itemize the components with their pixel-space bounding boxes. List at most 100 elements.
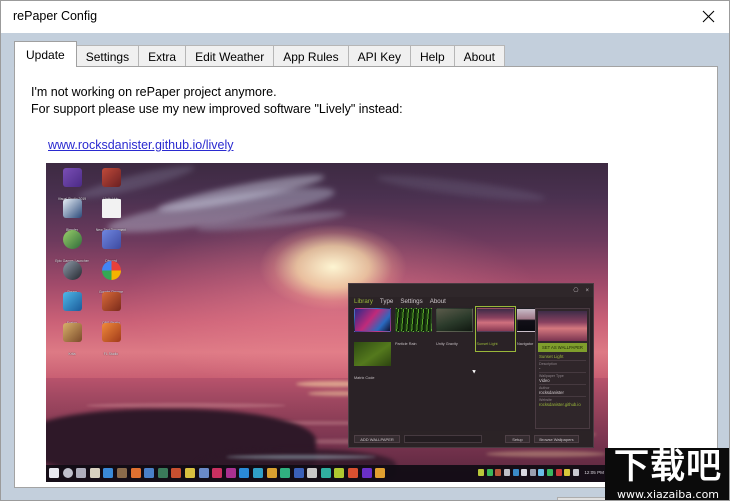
menu-item-type[interactable]: Type [380,298,393,305]
menu-item-settings[interactable]: Settings [400,298,422,305]
wallpaper-detail-panel: SET AS WALLPAPER Sunset Light Descriptio… [535,308,590,429]
setup-button[interactable]: Setup [505,435,530,443]
app-icon [62,199,82,218]
app-icon [101,230,121,249]
close-icon[interactable]: × [585,288,589,294]
water-highlight [226,455,376,459]
app-icon [62,230,82,249]
browse-wallpapers-button[interactable]: Browse Wallpapers [534,435,579,443]
taskbar-app-icon[interactable] [130,468,141,478]
tray-icon[interactable] [486,469,493,476]
start-icon[interactable] [49,468,59,478]
taskbar-app-icon[interactable] [280,468,291,478]
taskbar-icons [49,468,386,478]
taskbar-app-icon[interactable] [212,468,223,478]
tray-icon[interactable] [521,469,528,476]
app-icon [101,168,121,187]
taskbar-app-icon[interactable] [320,468,331,478]
taskbar-app-icon[interactable] [266,468,277,478]
taskbar-app-icon[interactable] [89,468,100,478]
tray-icon[interactable] [495,469,502,476]
app-icon [101,323,121,342]
tab-settings[interactable]: Settings [75,45,140,67]
add-wallpaper-button[interactable]: ADD WALLPAPER [354,435,400,443]
taskbar-app-icon[interactable] [198,468,209,478]
taskbar-app-icon[interactable] [116,468,127,478]
water-reflection [486,451,606,457]
lively-app-window: ⎔ × Library Type Settings About Fl [348,283,594,448]
taskbar-app-icon[interactable] [103,468,114,478]
taskbar-app-icon[interactable] [171,468,182,478]
wallpaper-path-input[interactable] [404,435,482,443]
task-view-icon[interactable] [76,468,87,478]
tab-page-update: I'm not working on rePaper project anymo… [14,66,718,488]
mouse-cursor [472,368,477,374]
app-icon [101,261,121,280]
tab-edit-weather[interactable]: Edit Weather [185,45,275,67]
taskbar-app-icon[interactable] [225,468,236,478]
search-icon[interactable] [62,468,73,478]
taskbar-app-icon[interactable] [293,468,304,478]
taskbar-app-icon[interactable] [334,468,345,478]
tray-icon[interactable] [564,469,571,476]
taskbar-app-icon[interactable] [157,468,168,478]
desktop-icon[interactable]: FL Studio [94,323,128,360]
wallpaper-thumbnail[interactable]: Matrix Code [354,342,391,384]
tab-update[interactable]: Update [14,41,77,67]
wallpaper-thumbnail[interactable]: Particle Rain [395,308,432,352]
taskbar-app-icon[interactable] [348,468,359,478]
tray-icon[interactable] [512,469,519,476]
detail-field-website: Website rocksdanister.github.io [539,396,586,407]
taskbar-app-icon[interactable] [184,468,195,478]
taskbar-app-icon[interactable] [361,468,372,478]
close-icon[interactable] [685,1,729,32]
wallpaper-thumbnail-selected[interactable]: Sunset Light [474,305,516,352]
taskbar-app-icon[interactable] [307,468,318,478]
tab-app-rules[interactable]: App Rules [273,45,349,67]
detail-field-author: Author rocksdanister [539,384,586,395]
tray-icon[interactable] [546,469,553,476]
thumbnail-caption: Unity Gravity [436,342,458,346]
taskbar-app-icon[interactable] [252,468,263,478]
set-as-wallpaper-button[interactable]: SET AS WALLPAPER [538,343,587,352]
tab-about[interactable]: About [453,45,506,67]
app-icon [62,168,82,187]
field-value: - [539,366,541,371]
tray-icon[interactable] [478,469,485,476]
water-wave [86,403,286,408]
app-icon [62,323,82,342]
tray-icon[interactable] [555,469,562,476]
thumbnail-caption: Navigator [517,342,534,346]
thumbnail-caption: Matrix Code [354,376,375,380]
menu-item-about[interactable]: About [430,298,446,305]
lively-footer-bar: ADD WALLPAPER Setup Browse Wallpapers PA… [349,431,593,447]
network-icon[interactable] [572,469,579,476]
watermark-brand: 下载吧 [613,448,722,487]
tray-icon[interactable] [529,469,536,476]
tray-icon[interactable] [503,469,510,476]
app-icon [62,292,82,311]
tab-extra[interactable]: Extra [138,45,187,67]
tab-api-key[interactable]: API Key [347,45,411,67]
taskbar-clock[interactable]: 12:05 PM [584,470,604,475]
wallpaper-name: Sunset Light [539,354,564,359]
app-icon [101,199,121,218]
taskbar-app-icon[interactable] [375,468,386,478]
wallpaper-thumbnail[interactable]: Unity Gravity [436,308,473,352]
taskbar-app-icon[interactable] [239,468,250,478]
wallpaper-preview-image [538,311,587,341]
detail-field-description: Description - [539,360,586,371]
minimize-icon[interactable]: ⎔ [573,287,578,294]
field-value-link[interactable]: rocksdanister.github.io [539,402,586,407]
thumbnail-image [354,342,391,366]
title-bar: rePaper Config [1,1,729,33]
lively-title-bar [349,284,593,297]
lively-website-link[interactable]: www.rocksdanister.github.io/lively [48,138,234,152]
lively-screenshot-image: Visual Studio 2019 Unity Hub Blender New… [46,163,608,482]
menu-item-library[interactable]: Library [354,298,373,305]
tab-help[interactable]: Help [409,45,455,67]
tray-icon[interactable] [538,469,545,476]
taskbar-app-icon[interactable] [144,468,155,478]
desktop-icon[interactable]: Krita [55,323,89,360]
thumbnail-image [476,307,514,332]
